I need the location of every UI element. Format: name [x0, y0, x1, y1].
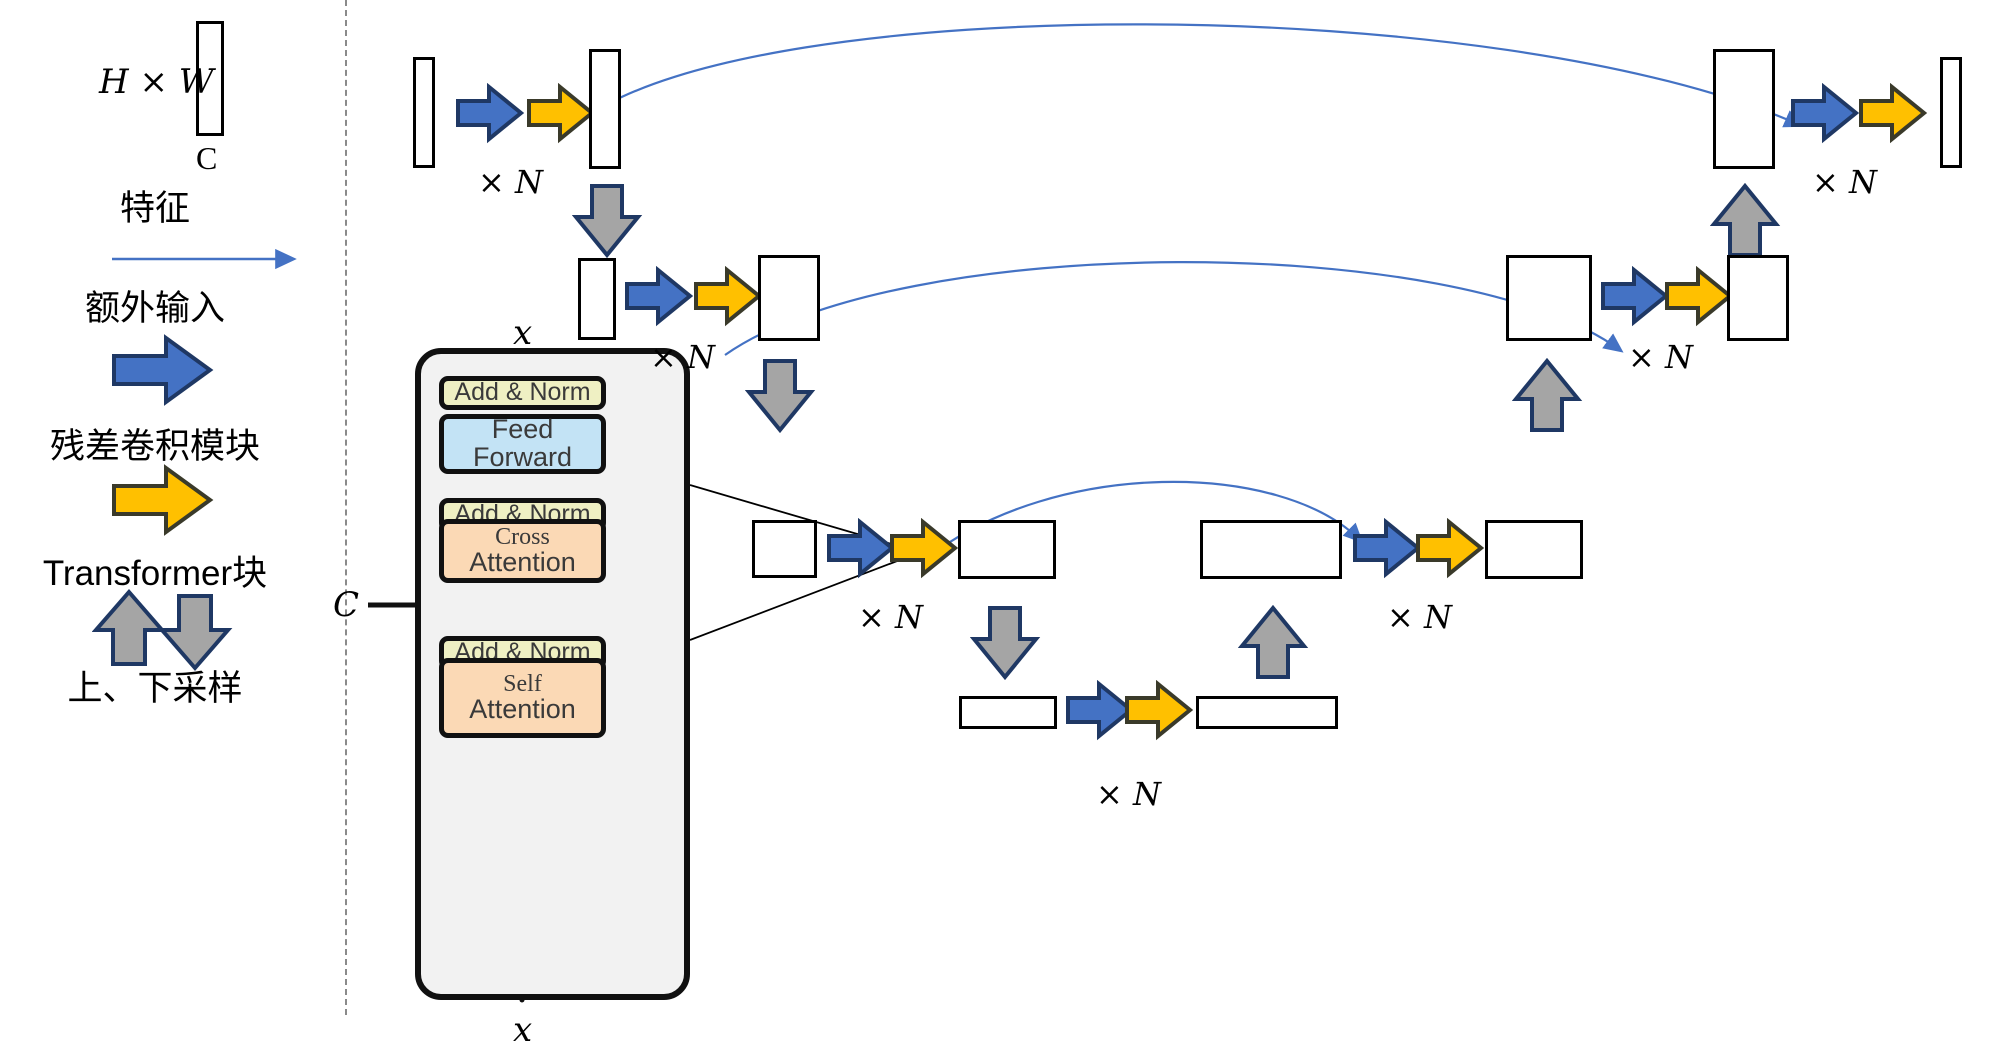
downsample-arrow-1	[572, 184, 643, 259]
feature-box-dec1-out	[1940, 57, 1962, 168]
feature-box-enc3-in	[752, 520, 817, 578]
add-norm-3-box: Add & Norm	[439, 376, 606, 410]
add-norm-3-label: Add & Norm	[454, 378, 591, 407]
legend-sampling-caption: 上、下采样	[67, 669, 243, 709]
legend-residual-conv-caption: 残差卷积模块	[49, 427, 260, 467]
downsample-arrow-3	[970, 606, 1041, 681]
legend-feature-caption: 特征	[119, 189, 190, 229]
feature-box-dec1-in	[1713, 49, 1775, 169]
feature-box-enc1-out	[589, 49, 621, 169]
yellow-block-arrow-icon	[112, 464, 214, 536]
repeat-label-enc1: × N	[478, 163, 543, 201]
feature-box-enc1-in	[413, 57, 435, 168]
blue-block-arrow-icon	[112, 334, 214, 406]
feed-forward-box: Feed Forward	[439, 414, 606, 474]
repeat-label-dec2: × N	[1628, 338, 1693, 376]
legend-feature-channel-label: C	[196, 140, 218, 176]
feature-box-dec3-out	[1485, 520, 1583, 579]
transformer-input-bottom-label: x	[513, 1010, 533, 1050]
repeat-label-enc2: × N	[650, 338, 715, 376]
feature-box-enc3-out	[958, 520, 1056, 579]
feed-forward-label-1: Feed	[491, 414, 554, 445]
skip-connection-level-2	[724, 261, 1624, 356]
feature-box-dec2-out	[1727, 255, 1789, 341]
feed-forward-label-2: Forward	[472, 442, 573, 472]
feature-box-enc4-out	[1196, 696, 1338, 729]
feature-box-enc4-in	[959, 696, 1057, 729]
skip-connection-level-1	[584, 23, 1805, 128]
repeat-label-dec3: × N	[1387, 598, 1452, 636]
diagram-canvas: H × W C 特征 额外输入 残差卷积模块 Transformer块 上、下采…	[0, 0, 1997, 1063]
cross-attention-label-1: Cross	[495, 524, 550, 550]
transformer-input-top-label: x	[513, 313, 533, 353]
feature-box-enc2-in	[578, 258, 616, 340]
transformer-arrow-dec1	[1859, 83, 1928, 144]
repeat-label-enc4: × N	[1096, 775, 1161, 813]
legend-feature-hw-label: H × W	[99, 62, 214, 102]
upsample-arrow-1	[1710, 183, 1781, 257]
repeat-label-dec1: × N	[1812, 163, 1877, 201]
cross-attention-box: Cross Attention	[439, 519, 606, 583]
upsample-arrow-2	[1512, 358, 1583, 432]
legend-divider	[345, 0, 347, 1015]
self-attention-label-2: Attention	[469, 694, 576, 725]
legend-extra-input-caption: 额外输入	[84, 289, 225, 329]
upsample-arrow-3	[1238, 605, 1309, 679]
feature-box-enc2-out	[758, 255, 820, 341]
self-attention-box: Self Attention	[439, 658, 606, 738]
condition-input-label: C	[333, 585, 360, 625]
repeat-label-enc3: × N	[858, 598, 923, 636]
self-attention-label-1: Self	[503, 671, 542, 697]
feature-box-dec3-in	[1200, 520, 1342, 579]
downsample-arrow-2	[745, 359, 816, 434]
feature-box-dec2-in	[1506, 255, 1592, 341]
cross-attention-label-2: Attention	[469, 547, 576, 578]
